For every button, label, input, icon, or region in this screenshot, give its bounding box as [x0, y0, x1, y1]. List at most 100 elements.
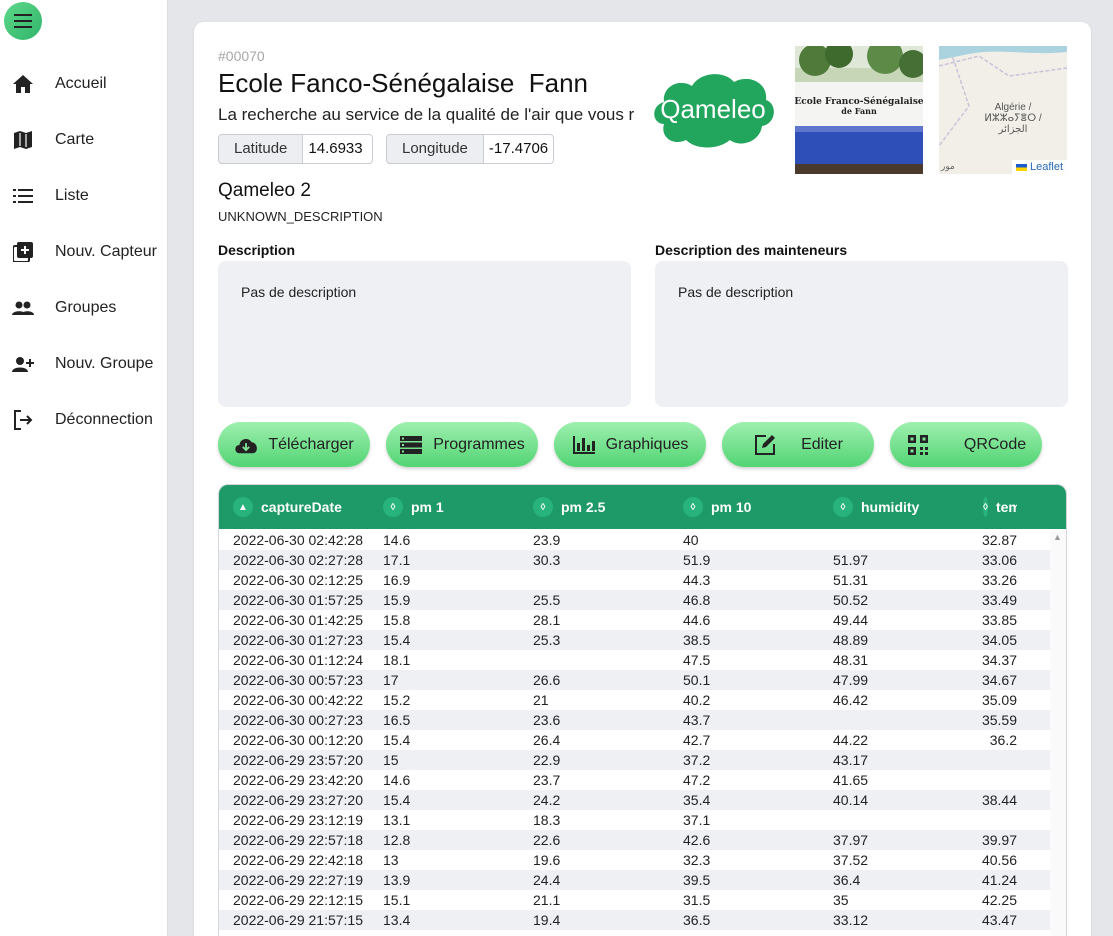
table-cell: 15.2 — [383, 692, 411, 708]
table-cell: 36.2 — [989, 732, 1017, 748]
table-cell: 2022-06-29 22:12:15 — [233, 892, 363, 908]
table-cell: 13.1 — [383, 812, 411, 828]
sidebar-item-nouv-groupe[interactable]: Nouv. Groupe — [0, 336, 168, 392]
table-cell: 12.8 — [383, 832, 411, 848]
page-title: Ecole Fanco-Sénégalaise Fann — [218, 68, 589, 98]
sidebar-item-groupes[interactable]: Groupes — [0, 280, 168, 336]
qrcode-button[interactable]: QRCode — [890, 422, 1042, 467]
edit-button[interactable]: Editer — [722, 422, 874, 467]
table-cell: 38.44 — [981, 792, 1017, 808]
table-row: 2022-06-29 23:12:19 13.1 18.3 37.1 — [219, 810, 1066, 830]
table-cell: 50.52 — [833, 592, 869, 608]
table-cell: 15.4 — [383, 732, 411, 748]
table-row: 2022-06-29 23:42:20 14.6 23.7 47.2 41.65 — [219, 770, 1066, 790]
table-cell: 13 — [383, 852, 399, 868]
table-cell: 24.4 — [533, 872, 561, 888]
longitude-label: Longitude — [386, 134, 484, 164]
latitude-field: Latitude 14.6933 — [218, 134, 374, 164]
sidebar-item-label: Déconnection — [55, 411, 153, 428]
longitude-value[interactable]: -17.4706 — [483, 134, 554, 164]
table-cell: 41.24 — [981, 872, 1017, 888]
column-header-temperature[interactable]: ◊tem — [969, 485, 1017, 529]
sort-icon: ◊ — [533, 497, 553, 517]
column-header-humidity[interactable]: ◊ humidity — [819, 485, 969, 529]
table-row: 2022-06-29 23:57:20 15 22.9 37.2 43.17 — [219, 750, 1066, 770]
table-row: 2022-06-30 01:42:25 15.8 28.1 44.6 49.44 33.8… — [219, 610, 1066, 630]
sort-ascending-icon: ▲ — [233, 497, 253, 517]
table-cell: 43.7 — [683, 712, 711, 728]
table-cell: 51.9 — [683, 552, 711, 568]
table-cell: 35.59 — [981, 712, 1017, 728]
table-header: ▲ captureDate ◊ pm 1 ◊ pm 2.5 ◊ pm 10 ◊ humid… — [219, 485, 1066, 529]
table-row: 2022-06-29 22:42:18 13 19.6 32.3 37.52 40.56 — [219, 850, 1066, 870]
sort-icon: ◊ — [383, 497, 403, 517]
table-cell: 17 — [383, 672, 399, 688]
map-icon — [12, 129, 34, 151]
table-row: 2022-06-29 23:27:20 15.4 24.2 35.4 40.14 38.4… — [219, 790, 1066, 810]
sidebar-nav: Accueil Carte Liste Nouv. Capteur Groupe… — [0, 56, 168, 448]
group-icon — [12, 297, 34, 319]
column-header-pm1[interactable]: ◊ pm 1 — [369, 485, 519, 529]
ukraine-flag-icon — [1015, 163, 1027, 171]
sidebar-item-carte[interactable]: Carte — [0, 112, 168, 168]
sidebar-item-accueil[interactable]: Accueil — [0, 56, 168, 112]
sidebar-item-liste[interactable]: Liste — [0, 168, 168, 224]
table-cell: 40.2 — [683, 692, 711, 708]
sidebar-item-deconnection[interactable]: Déconnection — [0, 392, 168, 448]
table-row: 2022-06-30 01:12:24 18.1 47.5 48.31 34.37 — [219, 650, 1066, 670]
table-cell: 16.9 — [383, 572, 411, 588]
table-cell: 2022-06-29 22:42:18 — [233, 852, 363, 868]
table-cell: 14.6 — [383, 532, 411, 548]
table-cell: 18.3 — [533, 812, 561, 828]
latitude-label: Latitude — [218, 134, 304, 164]
table-cell: 47.99 — [833, 672, 869, 688]
table-cell: 36.4 — [833, 872, 861, 888]
sidebar-item-label: Accueil — [55, 75, 107, 92]
table-cell: 15.8 — [383, 612, 411, 628]
cloud-download-icon — [234, 433, 258, 457]
charts-button[interactable]: Graphiques — [554, 422, 706, 467]
table-cell: 18.1 — [383, 652, 411, 668]
table-cell: 28.1 — [533, 612, 561, 628]
table-cell: 2022-06-30 02:42:28 — [233, 532, 363, 548]
table-cell: 14.6 — [383, 772, 411, 788]
table-cell: 33.06 — [981, 552, 1017, 568]
table-cell: 40.56 — [981, 852, 1017, 868]
column-header-pm10[interactable]: ◊ pm 10 — [669, 485, 819, 529]
table-cell: 26.6 — [533, 672, 561, 688]
table-cell: 47.5 — [683, 652, 711, 668]
table-cell: 22.9 — [533, 752, 561, 768]
location-map[interactable]: Algérie / ⵍⵣⵣⴰⵢⴻⵔ / الجزائر مور Leaflet — [939, 46, 1067, 174]
table-row: 2022-06-30 00:12:20 15.4 26.4 42.7 44.22 36.2 — [219, 730, 1066, 750]
svg-text:de Fann: de Fann — [841, 106, 877, 116]
download-button[interactable]: Télécharger — [218, 422, 370, 467]
sort-icon: ◊ — [833, 497, 853, 517]
table-cell: 40 — [683, 532, 699, 548]
table-cell: 42.25 — [981, 892, 1017, 908]
list-icon — [12, 185, 34, 207]
table-cell: 35 — [833, 892, 849, 908]
programs-button[interactable]: Programmes — [386, 422, 538, 467]
scroll-up-icon: ▲ — [1053, 532, 1062, 542]
table-cell: 34.05 — [981, 632, 1017, 648]
table-scrollbar[interactable]: ▲ — [1050, 530, 1066, 936]
table-cell: 44.6 — [683, 612, 711, 628]
table-cell: 2022-06-29 21:57:15 — [233, 912, 363, 928]
table-cell: 13.4 — [383, 912, 411, 928]
table-cell: 26.4 — [533, 732, 561, 748]
sidebar-item-nouv-capteur[interactable]: Nouv. Capteur — [0, 224, 168, 280]
table-cell: 2022-06-30 00:42:22 — [233, 692, 363, 708]
table-cell: 2022-06-30 00:12:20 — [233, 732, 363, 748]
latitude-value[interactable]: 14.6933 — [303, 134, 374, 164]
column-header-capturedate[interactable]: ▲ captureDate — [219, 485, 369, 529]
bar-chart-icon — [572, 433, 596, 457]
table-cell: 44.3 — [683, 572, 711, 588]
table-cell: 38.5 — [683, 632, 711, 648]
table-cell: 22.6 — [533, 832, 561, 848]
table-cell: 2022-06-29 23:27:20 — [233, 792, 363, 808]
menu-toggle-button[interactable] — [4, 2, 42, 40]
sensor-id: #00070 — [218, 48, 265, 64]
column-header-pm25[interactable]: ◊ pm 2.5 — [519, 485, 669, 529]
table-cell: 15 — [383, 752, 399, 768]
map-attribution-link[interactable]: Leaflet — [1011, 160, 1067, 174]
